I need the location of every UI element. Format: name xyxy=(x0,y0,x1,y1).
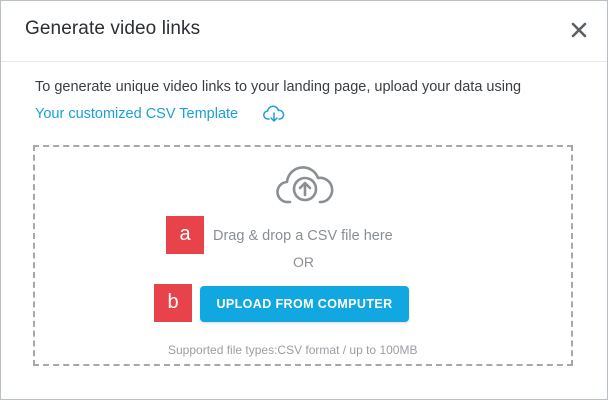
csv-template-link[interactable]: Your customized CSV Template xyxy=(35,106,238,122)
annotation-badge-a: a xyxy=(166,216,204,254)
drag-drop-text: Drag & drop a CSV file here xyxy=(213,228,393,244)
supported-file-types: Supported file types:CSV format / up to … xyxy=(168,343,418,357)
or-separator: OR xyxy=(293,254,314,270)
cloud-upload-icon xyxy=(276,166,334,204)
dialog-title: Generate video links xyxy=(25,18,201,39)
intro-text: To generate unique video links to your l… xyxy=(35,79,522,95)
close-icon[interactable] xyxy=(569,20,589,40)
upload-from-computer-button[interactable]: UPLOAD FROM COMPUTER xyxy=(200,286,409,322)
dialog-header: Generate video links xyxy=(1,1,607,62)
generate-video-links-dialog: Generate video links To generate unique … xyxy=(0,0,608,400)
cloud-download-icon[interactable] xyxy=(263,105,285,123)
annotation-badge-b: b xyxy=(154,284,192,322)
